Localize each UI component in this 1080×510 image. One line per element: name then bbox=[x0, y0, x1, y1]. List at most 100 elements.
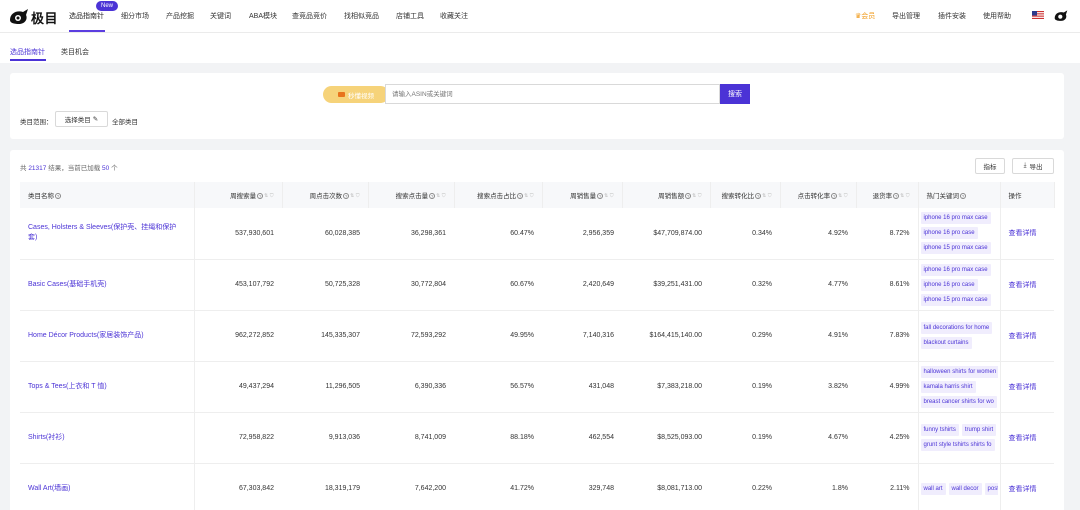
keyword-list: funny tshirts trump shirt grunt style tshi… bbox=[920, 423, 998, 453]
metrics-button[interactable]: 指标 bbox=[975, 158, 1005, 174]
keyword-tag[interactable]: iphone 16 pro max case bbox=[920, 263, 991, 276]
click-share-cell: 41.72% bbox=[454, 463, 542, 510]
table-row: Tops & Tees(上衣和 T 恤) 49,437,294 11,296,505… bbox=[20, 361, 1054, 413]
view-details-link[interactable]: 查看详情 bbox=[999, 208, 1054, 260]
col-header-category[interactable]: 类目名称? bbox=[20, 182, 195, 208]
user-avatar-icon[interactable] bbox=[1053, 9, 1069, 23]
nav-item-similar-products[interactable]: 找相似竞品 bbox=[344, 11, 379, 21]
hot-keywords-cell: iphone 16 pro max case iphone 16 pro case… bbox=[917, 259, 1000, 311]
nav-active-indicator bbox=[69, 30, 105, 32]
keyword-tag[interactable]: post bbox=[984, 482, 998, 495]
keyword-tag[interactable]: iphone 15 pro max case bbox=[920, 242, 991, 255]
help-icon: ? bbox=[55, 193, 61, 200]
results-panel: 共 21317 结果，当前已加载 50 个 指标 ⤓ 导出 类目名称? 周搜索量… bbox=[10, 150, 1064, 510]
us-flag-icon[interactable] bbox=[1032, 11, 1044, 19]
col-header-return-rate[interactable]: 退货率? ⇅ ⛉ bbox=[856, 182, 919, 208]
view-details-link[interactable]: 查看详情 bbox=[999, 361, 1054, 413]
click-share-cell: 88.18% bbox=[454, 412, 542, 464]
nav-item-compass[interactable]: 选品指南针 bbox=[69, 11, 104, 21]
return-rate-cell: 8.72% bbox=[856, 208, 918, 260]
search-clicks-cell: 36,298,361 bbox=[368, 208, 454, 260]
category-name-link[interactable]: Tops & Tees(上衣和 T 恤) bbox=[20, 361, 195, 413]
logo[interactable]: 极目 bbox=[8, 6, 58, 28]
weekly-revenue-cell: $8,081,713.00 bbox=[622, 463, 710, 510]
nav-item-store-tools[interactable]: 店铺工具 bbox=[396, 11, 424, 21]
hot-keywords-cell: halloween shirts for women kamala harris … bbox=[917, 361, 1000, 413]
keyword-tag[interactable]: fall decorations for home bbox=[920, 322, 993, 334]
export-button[interactable]: ⤓ 导出 bbox=[1012, 158, 1054, 174]
nav-item-product-mining[interactable]: 产品挖掘 bbox=[166, 11, 194, 21]
help-icon: ? bbox=[429, 193, 436, 200]
sort-icon: ⇅ ⛉ bbox=[900, 193, 910, 200]
logo-text: 极目 bbox=[31, 10, 59, 26]
nav-item-segment-market[interactable]: 细分市场 bbox=[121, 11, 149, 21]
search-button[interactable]: 搜索 bbox=[720, 84, 750, 104]
col-header-weekly-units[interactable]: 周销售量? ⇅ ⛉ bbox=[542, 182, 623, 208]
help-icon: ? bbox=[343, 193, 350, 200]
help-link[interactable]: 使用帮助 bbox=[983, 11, 1011, 21]
keyword-tag[interactable]: breast cancer shirts for wo bbox=[920, 395, 997, 408]
plugin-install-link[interactable]: 插件安装 bbox=[938, 11, 966, 21]
category-name-link[interactable]: Cases, Holsters & Sleeves(保护壳、挂绳和保护套) bbox=[20, 208, 195, 260]
category-name-link[interactable]: Basic Cases(基础手机壳) bbox=[20, 259, 195, 311]
view-details-link[interactable]: 查看详情 bbox=[999, 310, 1054, 362]
sort-icon: ⇅ ⛉ bbox=[350, 193, 360, 200]
nav-item-aba-module[interactable]: ABA模块 bbox=[249, 11, 277, 21]
nav-item-keywords[interactable]: 关键词 bbox=[210, 11, 231, 21]
keyword-tag[interactable]: iphone 16 pro max case bbox=[920, 212, 991, 225]
keyword-tag[interactable]: blackout curtains bbox=[920, 337, 972, 349]
col-header-weekly-revenue[interactable]: 周销售额? ⇅ ⛉ bbox=[622, 182, 711, 208]
category-name-link[interactable]: Shirts(衬衫) bbox=[20, 412, 195, 464]
keyword-list: halloween shirts for women kamala harris … bbox=[920, 364, 998, 409]
col-header-weekly-clicks[interactable]: 周点击次数? ⇅ ⛉ bbox=[282, 182, 369, 208]
help-icon: ? bbox=[755, 193, 762, 200]
view-details-link[interactable]: 查看详情 bbox=[999, 412, 1054, 464]
table-row: Home Décor Products(家居装饰产品) 962,272,852 14… bbox=[20, 310, 1054, 362]
vip-link[interactable]: ♛会员 bbox=[855, 11, 875, 21]
nav-item-favorites[interactable]: 收藏关注 bbox=[440, 11, 468, 21]
keyword-tag[interactable]: halloween shirts for women bbox=[920, 365, 998, 378]
keyword-tag[interactable]: wall art bbox=[920, 482, 946, 495]
tab-active-indicator bbox=[10, 59, 46, 61]
col-header-search-conversion[interactable]: 搜索转化比? ⇅ ⛉ bbox=[710, 182, 781, 208]
video-tutorial-button[interactable]: 秒懂视频 bbox=[323, 86, 389, 103]
category-table: 类目名称? 周搜索量? ⇅ ⛉ 周点击次数? ⇅ ⛉ 搜索点击量? ⇅ ⛉ 搜索点击占… bbox=[20, 182, 1055, 510]
keyword-tag[interactable]: iphone 16 pro case bbox=[920, 278, 978, 291]
keyword-tag[interactable]: kamala harris shirt bbox=[920, 380, 976, 393]
col-header-search-clicks[interactable]: 搜索点击量? ⇅ ⛉ bbox=[368, 182, 455, 208]
category-name-link[interactable]: Wall Art(墙画) bbox=[20, 463, 195, 510]
tab-category-opportunity[interactable]: 类目机会 bbox=[61, 47, 89, 57]
keyword-tag[interactable]: iphone 15 pro max case bbox=[920, 293, 991, 306]
view-details-link[interactable]: 查看详情 bbox=[999, 259, 1054, 311]
export-management-link[interactable]: 导出管理 bbox=[892, 11, 920, 21]
weekly-search-cell: 72,958,822 bbox=[194, 412, 282, 464]
weekly-clicks-cell: 11,296,505 bbox=[282, 361, 368, 413]
top-nav: 极目 选品指南针 New 细分市场 产品挖掘 关键词 ABA模块 查竞品竞价 找… bbox=[0, 0, 1080, 33]
col-header-click-share[interactable]: 搜索点击占比? ⇅ ⛉ bbox=[454, 182, 543, 208]
weekly-units-cell: 7,140,316 bbox=[542, 310, 622, 362]
sort-icon: ⇅ ⛉ bbox=[762, 193, 772, 200]
keyword-tag[interactable]: trump shirt bbox=[961, 424, 997, 436]
category-select-button[interactable]: 选择类目 ✎ bbox=[55, 111, 108, 127]
table-row: Cases, Holsters & Sleeves(保护壳、挂绳和保护套) 537… bbox=[20, 208, 1054, 260]
tab-compass[interactable]: 选品指南针 bbox=[10, 47, 45, 57]
search-input[interactable] bbox=[385, 84, 720, 104]
col-header-weekly-search[interactable]: 周搜索量? ⇅ ⛉ bbox=[194, 182, 283, 208]
table-row: Wall Art(墙画) 67,303,842 18,319,179 7,642,20… bbox=[20, 463, 1054, 510]
keyword-tag[interactable]: iphone 16 pro case bbox=[920, 227, 978, 240]
view-details-link[interactable]: 查看详情 bbox=[999, 463, 1054, 510]
help-icon: ? bbox=[893, 193, 900, 200]
sort-icon: ⇅ ⛉ bbox=[692, 193, 702, 200]
sort-icon: ⇅ ⛉ bbox=[604, 193, 614, 200]
click-share-cell: 49.95% bbox=[454, 310, 542, 362]
help-icon: ? bbox=[960, 193, 966, 200]
keyword-tag[interactable]: funny tshirts bbox=[920, 424, 959, 436]
keyword-tag[interactable]: grunt style tshirts shirts fo bbox=[920, 439, 995, 451]
keyword-tag[interactable]: wall decor bbox=[948, 482, 982, 495]
weekly-search-cell: 453,107,792 bbox=[194, 259, 282, 311]
results-total: 21317 bbox=[28, 165, 47, 172]
weekly-clicks-cell: 145,335,307 bbox=[282, 310, 368, 362]
nav-item-competitor-bid[interactable]: 查竞品竞价 bbox=[292, 11, 327, 21]
col-header-click-conversion[interactable]: 点击转化率? ⇅ ⛉ bbox=[780, 182, 857, 208]
category-name-link[interactable]: Home Décor Products(家居装饰产品) bbox=[20, 310, 195, 362]
